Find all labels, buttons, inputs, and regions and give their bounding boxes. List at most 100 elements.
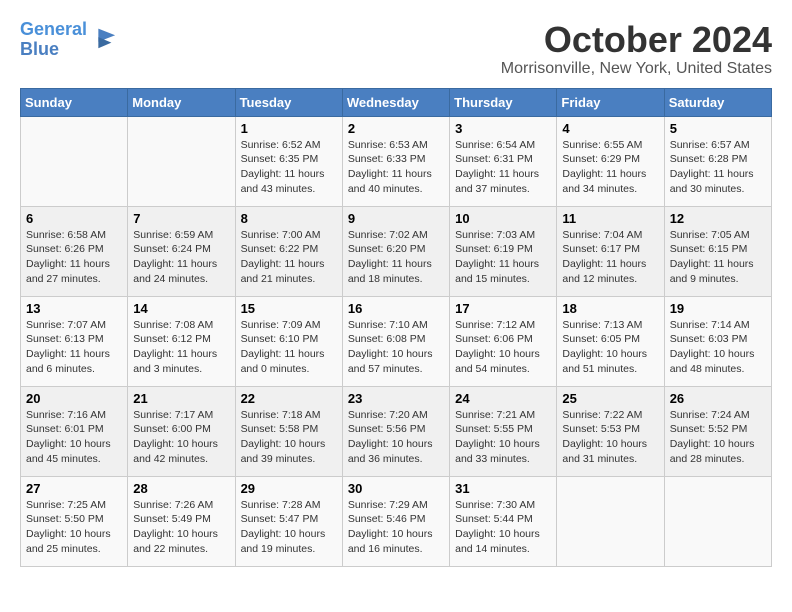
location: Morrisonville, New York, United States [501,60,772,78]
weekday-header: Tuesday [235,88,342,116]
day-info: Sunrise: 7:16 AM Sunset: 6:01 PM Dayligh… [26,408,122,467]
day-info: Sunrise: 6:59 AM Sunset: 6:24 PM Dayligh… [133,228,229,287]
day-info: Sunrise: 6:58 AM Sunset: 6:26 PM Dayligh… [26,228,122,287]
calendar-cell: 20 Sunrise: 7:16 AM Sunset: 6:01 PM Dayli… [21,386,128,476]
calendar-cell: 3 Sunrise: 6:54 AM Sunset: 6:31 PM Daylig… [450,116,557,206]
title-area: October 2024 Morrisonville, New York, Un… [501,20,772,78]
day-number: 13 [26,301,122,316]
day-number: 11 [562,211,658,226]
day-info: Sunrise: 7:29 AM Sunset: 5:46 PM Dayligh… [348,498,444,557]
day-number: 10 [455,211,551,226]
day-info: Sunrise: 7:26 AM Sunset: 5:49 PM Dayligh… [133,498,229,557]
day-number: 14 [133,301,229,316]
day-info: Sunrise: 7:14 AM Sunset: 6:03 PM Dayligh… [670,318,766,377]
weekday-header: Monday [128,88,235,116]
day-number: 25 [562,391,658,406]
day-info: Sunrise: 7:22 AM Sunset: 5:53 PM Dayligh… [562,408,658,467]
calendar-cell: 29 Sunrise: 7:28 AM Sunset: 5:47 PM Dayli… [235,476,342,566]
day-number: 12 [670,211,766,226]
day-info: Sunrise: 7:05 AM Sunset: 6:15 PM Dayligh… [670,228,766,287]
day-info: Sunrise: 7:10 AM Sunset: 6:08 PM Dayligh… [348,318,444,377]
day-number: 28 [133,481,229,496]
day-info: Sunrise: 7:12 AM Sunset: 6:06 PM Dayligh… [455,318,551,377]
weekday-header: Sunday [21,88,128,116]
day-number: 21 [133,391,229,406]
calendar-cell: 19 Sunrise: 7:14 AM Sunset: 6:03 PM Dayli… [664,296,771,386]
day-info: Sunrise: 7:24 AM Sunset: 5:52 PM Dayligh… [670,408,766,467]
day-info: Sunrise: 6:57 AM Sunset: 6:28 PM Dayligh… [670,138,766,197]
day-number: 19 [670,301,766,316]
calendar-cell: 11Sunrise: 7:04 AM Sunset: 6:17 PM Dayli… [557,206,664,296]
month-title: October 2024 [501,20,772,60]
day-number: 29 [241,481,337,496]
calendar-header: SundayMondayTuesdayWednesdayThursdayFrid… [21,88,772,116]
calendar-cell: 26 Sunrise: 7:24 AM Sunset: 5:52 PM Dayli… [664,386,771,476]
calendar-cell: 18 Sunrise: 7:13 AM Sunset: 6:05 PM Dayli… [557,296,664,386]
calendar-week-row: 13 Sunrise: 7:07 AM Sunset: 6:13 PM Dayli… [21,296,772,386]
day-number: 7 [133,211,229,226]
calendar-cell: 24Sunrise: 7:21 AM Sunset: 5:55 PM Dayli… [450,386,557,476]
day-number: 26 [670,391,766,406]
day-info: Sunrise: 7:02 AM Sunset: 6:20 PM Dayligh… [348,228,444,287]
calendar-cell: 25 Sunrise: 7:22 AM Sunset: 5:53 PM Dayli… [557,386,664,476]
calendar-cell: 13 Sunrise: 7:07 AM Sunset: 6:13 PM Dayli… [21,296,128,386]
calendar-cell: 9Sunrise: 7:02 AM Sunset: 6:20 PM Daylig… [342,206,449,296]
calendar-cell [21,116,128,206]
calendar-body: 1Sunrise: 6:52 AM Sunset: 6:35 PM Daylig… [21,116,772,566]
calendar-cell: 30Sunrise: 7:29 AM Sunset: 5:46 PM Dayli… [342,476,449,566]
day-info: Sunrise: 7:25 AM Sunset: 5:50 PM Dayligh… [26,498,122,557]
day-info: Sunrise: 7:08 AM Sunset: 6:12 PM Dayligh… [133,318,229,377]
weekday-header: Friday [557,88,664,116]
day-number: 22 [241,391,337,406]
day-number: 18 [562,301,658,316]
calendar-cell: 27 Sunrise: 7:25 AM Sunset: 5:50 PM Dayli… [21,476,128,566]
logo: General Blue [20,20,117,60]
calendar-cell: 8Sunrise: 7:00 AM Sunset: 6:22 PM Daylig… [235,206,342,296]
calendar-cell: 7 Sunrise: 6:59 AM Sunset: 6:24 PM Daylig… [128,206,235,296]
day-info: Sunrise: 7:13 AM Sunset: 6:05 PM Dayligh… [562,318,658,377]
day-info: Sunrise: 7:18 AM Sunset: 5:58 PM Dayligh… [241,408,337,467]
calendar-cell: 21Sunrise: 7:17 AM Sunset: 6:00 PM Dayli… [128,386,235,476]
day-info: Sunrise: 7:07 AM Sunset: 6:13 PM Dayligh… [26,318,122,377]
day-number: 2 [348,121,444,136]
day-number: 31 [455,481,551,496]
calendar-cell: 5 Sunrise: 6:57 AM Sunset: 6:28 PM Daylig… [664,116,771,206]
calendar-week-row: 27 Sunrise: 7:25 AM Sunset: 5:50 PM Dayli… [21,476,772,566]
calendar-cell [557,476,664,566]
day-number: 17 [455,301,551,316]
day-info: Sunrise: 7:21 AM Sunset: 5:55 PM Dayligh… [455,408,551,467]
day-info: Sunrise: 7:20 AM Sunset: 5:56 PM Dayligh… [348,408,444,467]
calendar-cell: 14 Sunrise: 7:08 AM Sunset: 6:12 PM Dayli… [128,296,235,386]
weekday-header: Thursday [450,88,557,116]
day-info: Sunrise: 7:30 AM Sunset: 5:44 PM Dayligh… [455,498,551,557]
day-number: 6 [26,211,122,226]
day-info: Sunrise: 7:28 AM Sunset: 5:47 PM Dayligh… [241,498,337,557]
calendar-cell: 4Sunrise: 6:55 AM Sunset: 6:29 PM Daylig… [557,116,664,206]
day-info: Sunrise: 6:55 AM Sunset: 6:29 PM Dayligh… [562,138,658,197]
calendar-cell: 6 Sunrise: 6:58 AM Sunset: 6:26 PM Daylig… [21,206,128,296]
calendar-cell: 22 Sunrise: 7:18 AM Sunset: 5:58 PM Dayli… [235,386,342,476]
weekday-header: Wednesday [342,88,449,116]
calendar-cell: 16Sunrise: 7:10 AM Sunset: 6:08 PM Dayli… [342,296,449,386]
day-info: Sunrise: 7:09 AM Sunset: 6:10 PM Dayligh… [241,318,337,377]
day-number: 5 [670,121,766,136]
day-number: 3 [455,121,551,136]
calendar-week-row: 1Sunrise: 6:52 AM Sunset: 6:35 PM Daylig… [21,116,772,206]
day-number: 8 [241,211,337,226]
day-info: Sunrise: 7:03 AM Sunset: 6:19 PM Dayligh… [455,228,551,287]
day-info: Sunrise: 6:54 AM Sunset: 6:31 PM Dayligh… [455,138,551,197]
day-number: 27 [26,481,122,496]
day-info: Sunrise: 6:53 AM Sunset: 6:33 PM Dayligh… [348,138,444,197]
calendar-cell: 10 Sunrise: 7:03 AM Sunset: 6:19 PM Dayli… [450,206,557,296]
calendar-cell: 15Sunrise: 7:09 AM Sunset: 6:10 PM Dayli… [235,296,342,386]
calendar-cell [664,476,771,566]
day-number: 20 [26,391,122,406]
page-header: General Blue October 2024 Morrisonville,… [20,20,772,78]
calendar-cell: 17 Sunrise: 7:12 AM Sunset: 6:06 PM Dayli… [450,296,557,386]
calendar-week-row: 20 Sunrise: 7:16 AM Sunset: 6:01 PM Dayli… [21,386,772,476]
calendar-week-row: 6 Sunrise: 6:58 AM Sunset: 6:26 PM Daylig… [21,206,772,296]
calendar-cell: 31 Sunrise: 7:30 AM Sunset: 5:44 PM Dayli… [450,476,557,566]
weekday-row: SundayMondayTuesdayWednesdayThursdayFrid… [21,88,772,116]
calendar-cell: 28 Sunrise: 7:26 AM Sunset: 5:49 PM Dayli… [128,476,235,566]
calendar-cell: 2 Sunrise: 6:53 AM Sunset: 6:33 PM Daylig… [342,116,449,206]
